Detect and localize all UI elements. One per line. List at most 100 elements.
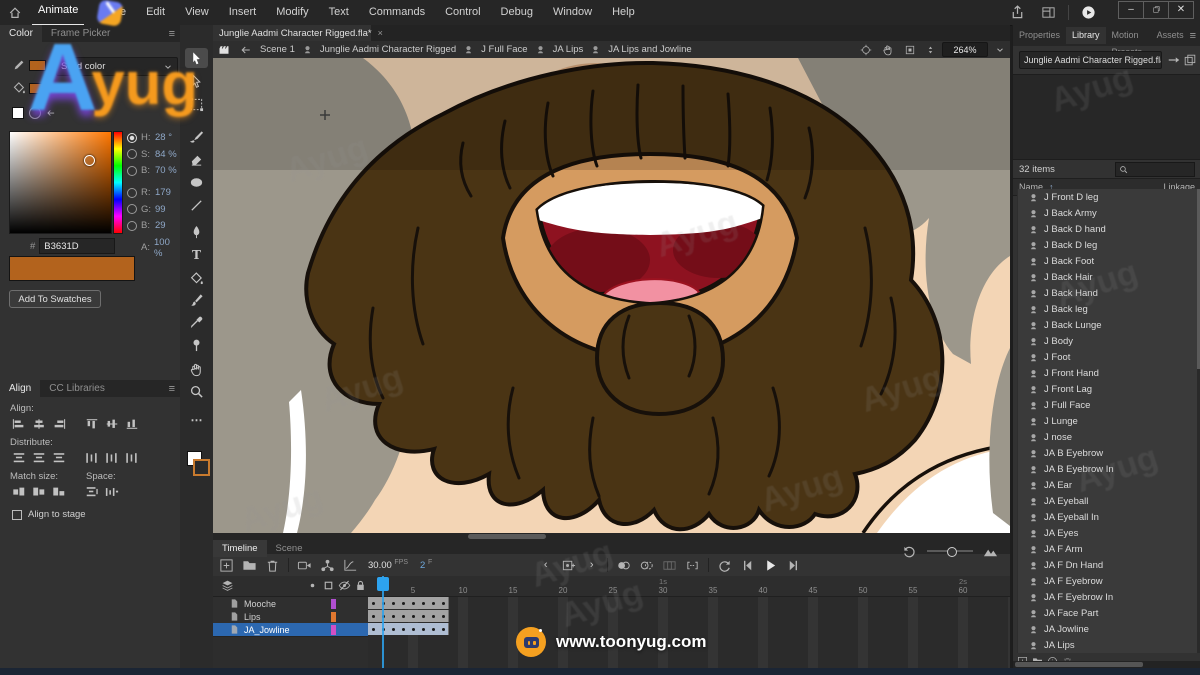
menu-window[interactable]: Window <box>543 0 602 25</box>
tool-color-swatches[interactable] <box>187 451 207 473</box>
breadcrumb-item[interactable]: JA Lips <box>550 44 587 55</box>
library-item[interactable]: J Back Foot <box>1018 253 1198 269</box>
radio-button[interactable] <box>127 149 137 159</box>
color-value[interactable]: 29 <box>155 220 166 231</box>
layer-parenting-icon[interactable] <box>320 558 335 573</box>
new-layer-icon[interactable] <box>219 558 234 573</box>
menu-view[interactable]: View <box>175 0 219 25</box>
panel-menu-icon[interactable]: ≡ <box>169 383 175 395</box>
layer-mooche[interactable]: Mooche <box>213 597 368 611</box>
library-item[interactable]: JA F Arm <box>1018 541 1198 557</box>
menu-text[interactable]: Text <box>319 0 359 25</box>
library-item[interactable]: J Back D leg <box>1018 237 1198 253</box>
menu-debug[interactable]: Debug <box>491 0 543 25</box>
panel-menu-icon[interactable]: ≡ <box>169 28 175 40</box>
library-item[interactable]: JA Eyeball In <box>1018 509 1198 525</box>
share-icon[interactable] <box>1010 5 1025 20</box>
stage-scroll-thumb[interactable] <box>468 534 546 539</box>
panel-menu-icon[interactable]: ≡ <box>1190 30 1196 42</box>
timeline-zoom-slider[interactable] <box>927 550 973 552</box>
menu-file[interactable]: File <box>98 0 136 25</box>
stage-horizontal-scrollbar[interactable] <box>213 533 1010 540</box>
library-item[interactable]: J Front Lag <box>1018 381 1198 397</box>
center-stage-icon[interactable] <box>860 44 872 56</box>
layer-color-chip[interactable] <box>331 599 336 609</box>
library-item[interactable]: JA F Dn Hand <box>1018 557 1198 573</box>
back-arrow-icon[interactable] <box>240 44 252 56</box>
library-document-dropdown[interactable]: Junglie Aadmi Character Rigged.fla <box>1019 51 1162 69</box>
color-value[interactable]: 179 <box>155 187 171 198</box>
menu-insert[interactable]: Insert <box>219 0 267 25</box>
library-item[interactable]: JA Lips <box>1018 637 1198 653</box>
color-value[interactable]: 100 % <box>154 237 179 259</box>
library-item[interactable]: J Front D leg <box>1018 189 1198 205</box>
radio-button[interactable] <box>127 204 137 214</box>
current-frame-value[interactable]: 2 F <box>420 559 432 571</box>
hide-eye-icon[interactable] <box>338 579 351 592</box>
library-search-input[interactable] <box>1128 163 1191 175</box>
more-tools[interactable]: ⋯ <box>185 410 208 430</box>
lock-icon[interactable] <box>354 579 367 592</box>
keyframe-cell[interactable] <box>438 610 449 622</box>
library-item[interactable]: J Full Face <box>1018 397 1198 413</box>
layer-lips[interactable]: Lips <box>213 610 368 624</box>
distribute-v-center-button[interactable] <box>30 450 47 465</box>
library-item[interactable]: J Back Army <box>1018 205 1198 221</box>
radio-button[interactable] <box>127 188 137 198</box>
fluid-brush-tool[interactable] <box>185 126 208 146</box>
stroke-color-swatch[interactable] <box>29 60 46 71</box>
menu-help[interactable]: Help <box>602 0 645 25</box>
hand-tool[interactable] <box>185 359 208 379</box>
breadcrumb-item[interactable]: Junglie Aadmi Character Rigged <box>317 44 459 55</box>
match-width-button[interactable] <box>10 484 27 499</box>
align-h-center-button[interactable] <box>30 416 47 431</box>
layer-color-chip[interactable] <box>331 625 336 635</box>
keyframe-cell[interactable] <box>438 623 449 635</box>
align-right-button[interactable] <box>50 416 67 431</box>
library-item[interactable]: J Body <box>1018 333 1198 349</box>
zoom-level-input[interactable]: 264% <box>942 42 988 57</box>
tab-timeline[interactable]: Timeline <box>213 540 267 557</box>
new-library-panel-icon[interactable] <box>1183 53 1197 67</box>
new-folder-icon[interactable] <box>242 558 257 573</box>
asset-warp-tool[interactable] <box>185 334 208 354</box>
close-button[interactable]: ✕ <box>1168 2 1193 18</box>
hex-input[interactable] <box>39 238 115 254</box>
library-item[interactable]: J Foot <box>1018 349 1198 365</box>
zoom-tool[interactable] <box>185 381 208 401</box>
color-value[interactable]: 28 ° <box>155 132 172 143</box>
reset-timeline-zoom-icon[interactable] <box>902 544 917 559</box>
fps-value[interactable]: 30.00 FPS <box>368 559 408 571</box>
eyedropper-tool[interactable] <box>185 312 208 332</box>
align-top-button[interactable] <box>83 416 100 431</box>
pin-library-icon[interactable] <box>1167 53 1181 67</box>
radio-button[interactable] <box>127 166 137 176</box>
distribute-bottom-button[interactable] <box>50 450 67 465</box>
space-vertical-button[interactable] <box>83 484 100 499</box>
no-color-icon[interactable] <box>29 107 41 119</box>
restore-button[interactable] <box>1143 2 1168 18</box>
delete-layer-icon[interactable] <box>265 558 280 573</box>
library-item[interactable]: JA Face Part <box>1018 605 1198 621</box>
space-horizontal-button[interactable] <box>103 484 120 499</box>
close-tab-icon[interactable]: × <box>378 28 383 38</box>
align-bottom-button[interactable] <box>123 416 140 431</box>
loop-frames-icon[interactable] <box>685 558 700 573</box>
step-forward-icon[interactable] <box>786 558 801 573</box>
tab-motion-presets[interactable]: Motion Presets <box>1106 27 1151 44</box>
timeline-zoom-knob[interactable] <box>947 547 957 557</box>
library-item[interactable]: J Front Hand <box>1018 365 1198 381</box>
library-horizontal-scrollbar[interactable] <box>1013 661 1200 668</box>
tab-color[interactable]: Color <box>0 25 42 42</box>
fill-type-dropdown[interactable]: Solid color <box>56 57 178 76</box>
library-item[interactable]: JA F Eyebrow In <box>1018 589 1198 605</box>
library-item[interactable]: JA B Eyebrow <box>1018 445 1198 461</box>
chevron-down-icon[interactable] <box>995 44 1005 56</box>
library-item[interactable]: JA Eyes <box>1018 525 1198 541</box>
step-back-icon[interactable] <box>740 558 755 573</box>
library-hscroll-thumb[interactable] <box>1015 662 1143 667</box>
align-v-center-button[interactable] <box>103 416 120 431</box>
playhead-handle[interactable] <box>377 577 389 591</box>
match-both-button[interactable] <box>50 484 67 499</box>
document-tab[interactable]: Junglie Aadmi Character Rigged.fla* × <box>213 25 371 41</box>
